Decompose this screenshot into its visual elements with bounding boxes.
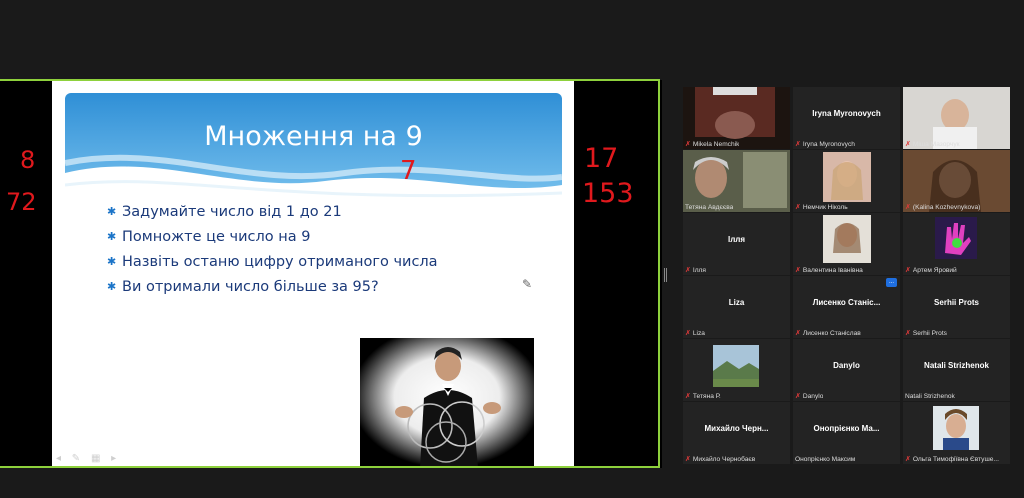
participant-tile[interactable]: Natali Strizhenok Natali Strizhenok: [903, 339, 1010, 401]
participant-tile[interactable]: Serhii Prots ✗ Serhii Prots: [903, 276, 1010, 338]
mic-muted-icon: ✗: [685, 141, 691, 148]
participant-tile-active-speaker[interactable]: Тетяна Авдєєва: [683, 150, 790, 212]
annotation-153: 153: [582, 178, 634, 209]
more-options-button[interactable]: ...: [886, 278, 897, 287]
annotation-72: 72: [6, 188, 37, 216]
bullet-item: ✱ Назвіть останю цифру отриманого числа: [107, 253, 438, 270]
participant-tile[interactable]: ✗ Валентина Іванівна: [793, 213, 900, 275]
slide-toolbar[interactable]: ◂ ✎ ▦ ▸: [56, 453, 120, 464]
slide-header: Множення на 9: [65, 93, 562, 205]
participant-tile[interactable]: ✗ Артем Яровий: [903, 213, 1010, 275]
pen-icon[interactable]: ✎: [522, 277, 532, 291]
participant-tile[interactable]: ✗ (Kalina Kozhevnykova): [903, 150, 1010, 212]
mic-muted-icon: ✗: [905, 204, 911, 211]
mic-muted-icon: ✗: [685, 393, 691, 400]
participant-tile[interactable]: ✗ Міша Мазорчук: [903, 87, 1010, 149]
bullet-star-icon: ✱: [107, 205, 117, 218]
annotation-8: 8: [20, 146, 36, 174]
participant-video: [683, 150, 790, 212]
annotation-title-mark: 7: [400, 156, 417, 186]
magician-image: [360, 338, 534, 468]
participant-tile[interactable]: ✗ Тетяна Р.: [683, 339, 790, 401]
participant-tile[interactable]: Онопрієнко Ма... Онопрієнко Максим: [793, 402, 900, 464]
participant-tile[interactable]: Danylo ✗ Danylo: [793, 339, 900, 401]
mic-muted-icon: ✗: [685, 267, 691, 274]
participant-tile[interactable]: Ілля ✗ Ілля: [683, 213, 790, 275]
bullet-star-icon: ✱: [107, 230, 117, 243]
participant-tile[interactable]: ✗ Немчик Ніколь: [793, 150, 900, 212]
bullet-list: ✱ Задумайте число від 1 до 21 ✱ Помножте ц…: [107, 199, 547, 299]
mic-muted-icon: ✗: [905, 267, 911, 274]
mic-muted-icon: ✗: [795, 267, 801, 274]
presentation-slide: Множення на 9 ✱ Задумайте число від 1 до …: [52, 81, 574, 468]
annotation-17: 17: [584, 143, 619, 174]
mic-muted-icon: ✗: [795, 393, 801, 400]
mic-muted-icon: ✗: [905, 456, 911, 463]
slide-title: Множення на 9: [204, 121, 423, 152]
mic-muted-icon: ✗: [685, 456, 691, 463]
participant-tile[interactable]: Михайло Черн... ✗ Михайло Чернобаєв: [683, 402, 790, 464]
participant-tile[interactable]: Iryna Myronovych ✗ Iryna Myronovych: [793, 87, 900, 149]
participant-tile[interactable]: Liza ✗ Liza: [683, 276, 790, 338]
mic-muted-icon: ✗: [685, 330, 691, 337]
mic-muted-icon: ✗: [795, 204, 801, 211]
bullet-star-icon: ✱: [107, 280, 117, 293]
participant-tile[interactable]: ... Лисенко Станіс... ✗ Лисенко Станіслав: [793, 276, 900, 338]
mic-muted-icon: ✗: [905, 330, 911, 337]
participant-tile[interactable]: ✗ Mikela Nemchik: [683, 87, 790, 149]
bullet-item: ✱ Ви отримали число більше за 95?: [107, 278, 379, 295]
mic-muted-icon: ✗: [905, 141, 911, 148]
panel-splitter-handle[interactable]: [664, 268, 667, 282]
mic-muted-icon: ✗: [795, 330, 801, 337]
bullet-item: ✱ Помножте це число на 9: [107, 228, 311, 245]
bullet-item: ✱ Задумайте число від 1 до 21: [107, 203, 342, 220]
participant-tile[interactable]: ✗ Ольга Тимофіївна Євтуше...: [903, 402, 1010, 464]
mic-muted-icon: ✗: [795, 141, 801, 148]
bullet-star-icon: ✱: [107, 255, 117, 268]
